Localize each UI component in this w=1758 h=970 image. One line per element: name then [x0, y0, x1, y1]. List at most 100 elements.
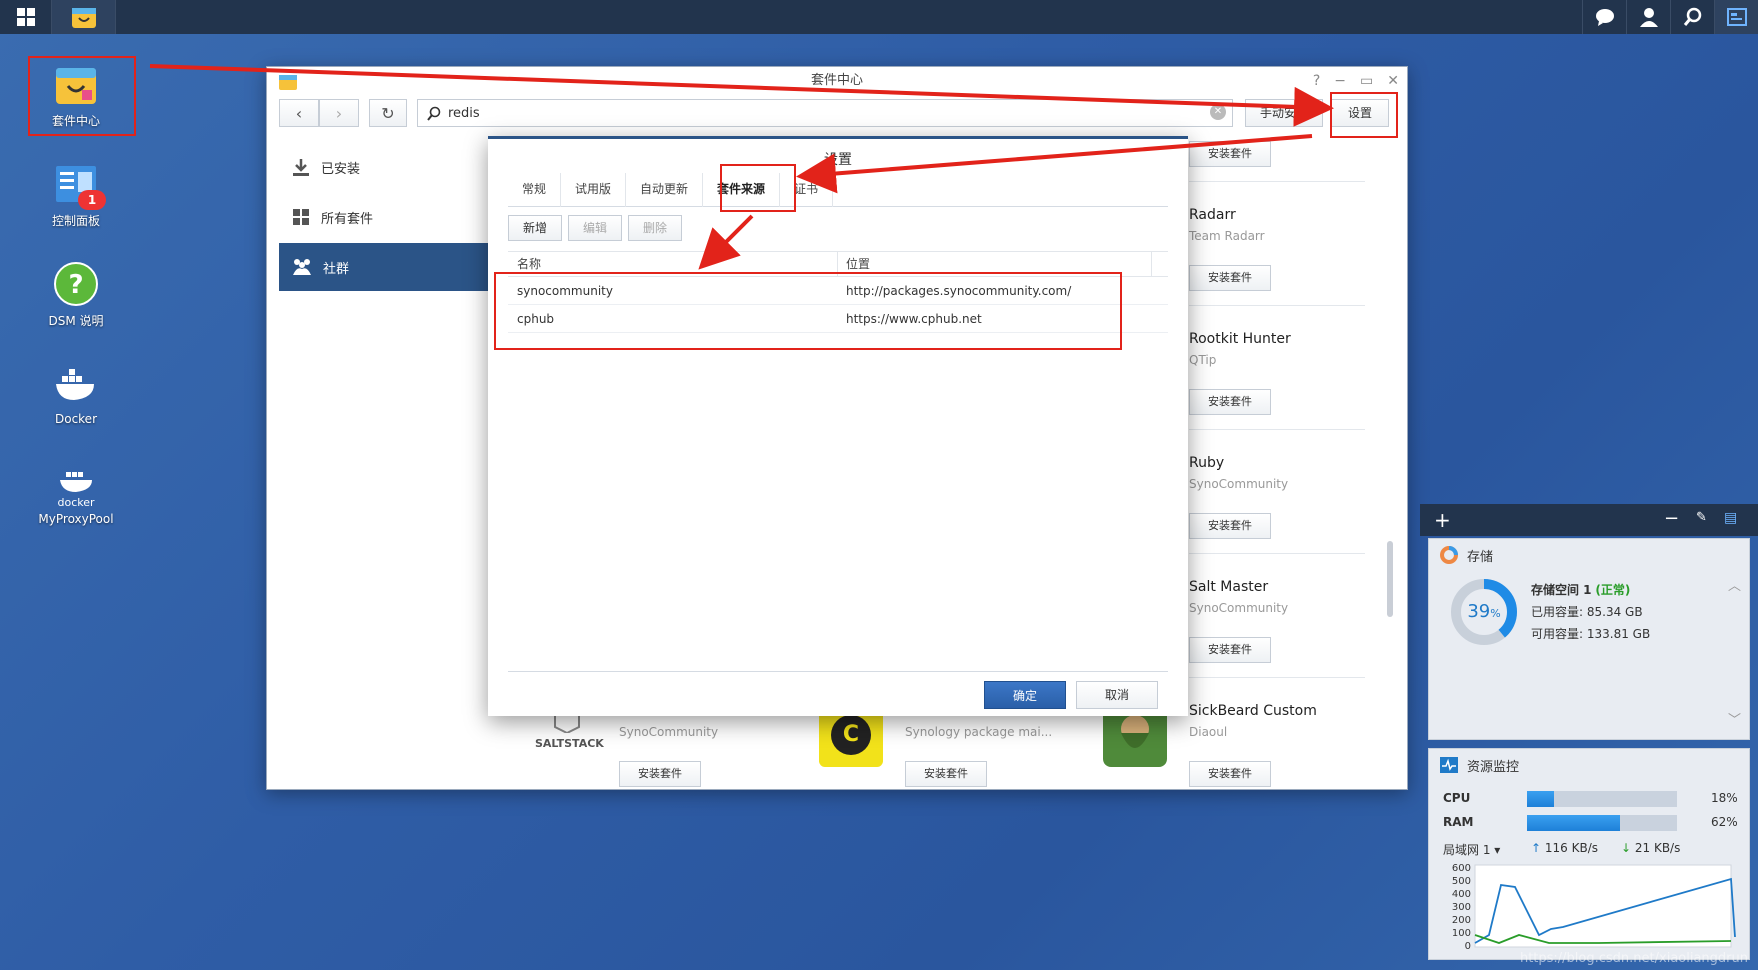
package-author: Diaoul	[1189, 725, 1228, 739]
storage-percent-unit: %	[1490, 607, 1501, 620]
tab-beta[interactable]: 试用版	[561, 173, 627, 207]
ok-button[interactable]: 确定	[984, 681, 1066, 709]
desktop-icon-label: DSM 说明	[48, 314, 104, 328]
main-menu-button[interactable]	[0, 0, 52, 34]
desktop-docker[interactable]: Docker	[26, 360, 126, 426]
taskbar-package-center[interactable]	[52, 0, 116, 34]
monitor-icon	[1440, 757, 1458, 773]
maximize-icon[interactable]: ▭	[1360, 67, 1373, 95]
chat-button[interactable]	[1582, 0, 1626, 34]
divider	[1189, 553, 1365, 554]
ram-value: 62%	[1711, 815, 1738, 829]
storage-percent: 39	[1467, 601, 1491, 622]
desktop-myproxypool[interactable]: docker MyProxyPool	[26, 460, 126, 526]
grid-icon	[293, 209, 309, 225]
chevron-right-icon: ›	[335, 103, 343, 123]
clear-search-icon[interactable]: ✕	[1210, 104, 1226, 120]
search-button[interactable]	[1670, 0, 1714, 34]
install-package-button[interactable]: 安装套件	[619, 761, 701, 787]
package-name: Radarr	[1189, 207, 1236, 223]
forward-button[interactable]: ›	[319, 99, 359, 127]
desktop-control-panel[interactable]: 1 控制面板	[26, 160, 126, 229]
edit-button[interactable]: 编辑	[568, 215, 622, 241]
upload-value: 116 KB/s	[1544, 841, 1598, 855]
back-button[interactable]: ‹	[279, 99, 319, 127]
user-icon	[1639, 8, 1658, 27]
widget-toolbar: + − ✎ ▤	[1420, 504, 1758, 536]
cpu-bar	[1527, 791, 1677, 807]
package-center-icon	[279, 75, 297, 90]
install-package-button[interactable]: 安装套件	[905, 761, 987, 787]
package-item[interactable]: Radarr Team Radarr	[1189, 207, 1265, 243]
divider	[1189, 429, 1365, 430]
sidebar: 已安装 所有套件 社群	[279, 143, 489, 293]
install-package-button[interactable]: 安装套件	[1189, 761, 1271, 787]
storage-icon	[1440, 546, 1458, 564]
help-icon[interactable]: ?	[1313, 67, 1320, 95]
package-name: SickBeard Custom	[1189, 703, 1317, 719]
volume-status: (正常)	[1595, 583, 1631, 597]
y-tick: 100	[1452, 928, 1471, 939]
ram-label: RAM	[1443, 815, 1474, 829]
sidebar-item-installed[interactable]: 已安装	[279, 143, 489, 191]
help-icon: ?	[54, 262, 98, 306]
dialog-title: 设置	[824, 152, 852, 168]
settings-dialog: 设置 常规 试用版 自动更新 套件来源 证书 新增 编辑 删除 名称 位置 sy…	[488, 136, 1188, 716]
chevron-down-icon[interactable]: ﹀	[1728, 709, 1741, 728]
install-package-button[interactable]: 安装套件	[1189, 389, 1271, 415]
search-input[interactable]: redis ✕	[417, 99, 1233, 127]
install-package-button[interactable]: 安装套件	[1189, 141, 1271, 167]
install-package-button[interactable]: 安装套件	[1189, 513, 1271, 539]
window-title-bar: 套件中心 ? − ▭ ✕	[267, 67, 1407, 95]
serviio-logo-icon: C	[831, 715, 871, 755]
scrollbar[interactable]	[1387, 541, 1393, 617]
minimize-icon[interactable]: −	[1664, 508, 1679, 529]
user-button[interactable]	[1626, 0, 1670, 34]
manual-install-button[interactable]: 手动安装	[1245, 99, 1323, 127]
chat-icon	[1595, 9, 1614, 26]
y-tick: 0	[1465, 941, 1471, 952]
package-author: QTip	[1189, 353, 1217, 367]
widgets-icon[interactable]: ▤	[1724, 510, 1737, 526]
cpu-value: 18%	[1711, 791, 1738, 805]
chevron-up-icon[interactable]: ︿	[1728, 575, 1741, 594]
annotation-box	[720, 164, 796, 212]
cancel-button[interactable]: 取消	[1076, 681, 1158, 709]
storage-details: 存储空间 1 (正常) 已用容量: 85.34 GB 可用容量: 133.81 …	[1531, 579, 1650, 645]
tab-general[interactable]: 常规	[508, 173, 562, 207]
desktop-icon-label: 控制面板	[51, 214, 100, 228]
package-author: Team Radarr	[1189, 229, 1265, 243]
resource-monitor-widget: 资源监控 CPU 18% RAM 62% 局域网 1 ▾ ↑ 116 KB/s …	[1428, 748, 1750, 960]
add-widget-icon[interactable]: +	[1434, 508, 1451, 532]
sidebar-item-all-packages[interactable]: 所有套件	[279, 193, 489, 241]
cpu-bar-fill	[1527, 791, 1554, 807]
chevron-left-icon: ‹	[295, 103, 303, 123]
package-item[interactable]: Ruby SynoCommunity	[1189, 455, 1288, 491]
widgets-button[interactable]	[1714, 0, 1758, 34]
annotation-box	[1330, 92, 1398, 138]
network-select[interactable]: 局域网 1 ▾	[1443, 841, 1500, 858]
desktop-dsm-help[interactable]: ? DSM 说明	[26, 260, 126, 329]
package-author: SynoCommunity	[1189, 601, 1289, 615]
refresh-button[interactable]: ↻	[369, 99, 407, 127]
search-value: redis	[448, 106, 480, 121]
refresh-icon: ↻	[381, 103, 395, 123]
package-item[interactable]: Salt Master SynoCommunity	[1189, 579, 1288, 615]
package-center-icon	[71, 8, 96, 28]
close-icon[interactable]: ✕	[1387, 67, 1399, 95]
install-package-button[interactable]: 安装套件	[1189, 265, 1271, 291]
notification-badge: 1	[78, 190, 106, 210]
package-item[interactable]: Rootkit Hunter QTip	[1189, 331, 1291, 367]
pin-icon[interactable]: ✎	[1696, 510, 1707, 525]
dialog-footer-divider	[508, 671, 1168, 672]
package-item[interactable]: SickBeard Custom Diaoul	[1189, 703, 1317, 739]
minimize-icon[interactable]: −	[1334, 67, 1346, 95]
package-author: Synology package mai...	[905, 725, 1053, 739]
widget-title: 资源监控	[1467, 759, 1520, 775]
install-package-button[interactable]: 安装套件	[1189, 637, 1271, 663]
sidebar-item-community[interactable]: 社群	[279, 243, 489, 291]
add-button[interactable]: 新增	[508, 215, 562, 241]
delete-button[interactable]: 删除	[628, 215, 682, 241]
tab-auto-update[interactable]: 自动更新	[626, 173, 704, 207]
y-tick: 600	[1452, 863, 1471, 874]
